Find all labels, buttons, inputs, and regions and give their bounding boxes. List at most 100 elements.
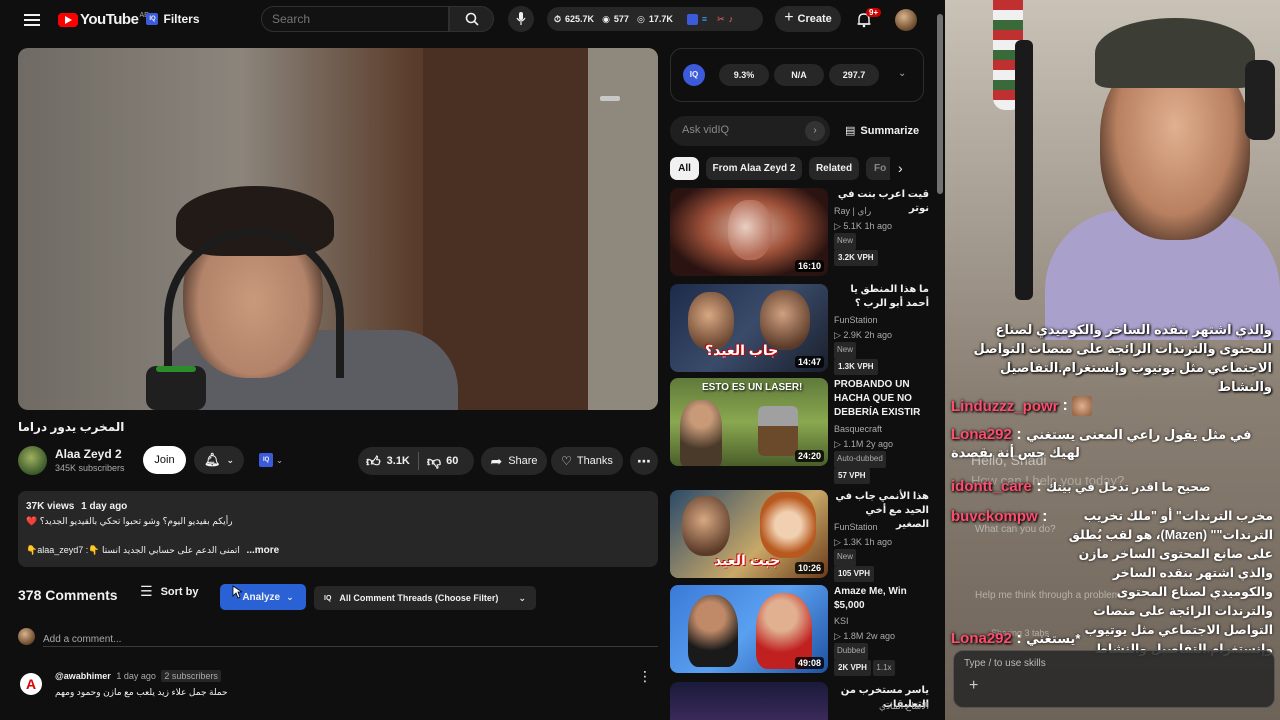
related-extra: 1.1x	[873, 659, 895, 676]
channel-name[interactable]: Alaa Zeyd 2	[55, 447, 122, 461]
cursor-icon	[232, 585, 244, 599]
comment-threads-filter[interactable]: IQ All Comment Threads (Choose Filter) ⌄	[314, 586, 536, 610]
comment-menu-icon[interactable]: ⋮	[638, 668, 652, 685]
scrollbar-thumb[interactable]	[937, 14, 943, 194]
dislike-button[interactable]: 👎︎ 60	[427, 453, 458, 470]
related-vph: 2K VPH	[834, 659, 871, 676]
chat-separator: :	[1036, 478, 1042, 495]
assistant-input-panel[interactable]: Type / to use skills +	[953, 650, 1275, 708]
avatar[interactable]	[895, 9, 917, 31]
send-arrow-icon[interactable]: ›	[805, 121, 825, 141]
channel-avatar[interactable]	[18, 446, 47, 475]
chat-username: Lona292	[951, 630, 1012, 647]
globe-icon: ◉	[602, 13, 610, 24]
sort-by-button[interactable]: ☰ Sort by	[140, 583, 198, 600]
chat-overlay: والذي اشتهر بنقده الساخر والكوميدي لصناع…	[945, 318, 1280, 656]
filters-button[interactable]: IQ Filters	[145, 8, 201, 30]
voice-search-button[interactable]	[508, 6, 534, 32]
sort-label: Sort by	[160, 585, 199, 598]
chat-separator: :	[1042, 508, 1048, 525]
views-stat: 625.7K	[565, 14, 595, 24]
notifications-button[interactable]: 9+	[852, 8, 882, 32]
video-player[interactable]	[18, 48, 658, 410]
chip-from-channel[interactable]: From Alaa Zeyd 2	[706, 157, 802, 180]
search-input[interactable]	[272, 12, 432, 26]
chevron-right-icon[interactable]: ›	[898, 160, 903, 176]
list-tool-icon[interactable]: ≡	[702, 14, 707, 24]
related-channel[interactable]: Basquecraft	[834, 422, 934, 437]
related-thumbnail-6[interactable]	[670, 682, 828, 720]
vidiq-logo-icon[interactable]: IQ	[683, 64, 705, 86]
related-age: 2y ago	[865, 438, 893, 449]
search-button[interactable]	[449, 6, 494, 32]
related-title-3[interactable]: PROBANDO UN HACHA QUE NO DEBERÍA EXISTIR	[834, 378, 929, 420]
description-more-link[interactable]: ...more	[246, 545, 279, 556]
chevron-down-icon[interactable]: ⌄	[898, 68, 906, 79]
chip-more[interactable]: Fo	[866, 157, 890, 180]
vidiq-channel-button[interactable]: IQ ⌄	[252, 449, 290, 471]
search-box[interactable]	[261, 6, 449, 32]
summarize-button[interactable]: ▤ Summarize	[845, 124, 919, 138]
join-button[interactable]: Join	[143, 446, 186, 474]
related-badge: Dubbed	[834, 643, 869, 660]
channel-stats-bar: ⏱ 625.7K ◉ 577 ◎ 17.7K ≡ ✂ ♪	[547, 7, 763, 31]
chip-more-label: Fo	[874, 163, 887, 174]
stat-value-1: 9.3%	[733, 70, 755, 80]
related-title-5[interactable]: Amaze Me, Win $5,000	[834, 585, 929, 613]
add-attachment-button[interactable]: +	[969, 677, 978, 695]
related-thumbnail-1[interactable]: 16:10	[670, 188, 828, 276]
menu-icon[interactable]	[20, 10, 44, 30]
related-views: ▷ 1.8M	[834, 630, 864, 641]
eye-icon: ◎	[636, 13, 645, 24]
related-channel[interactable]: Ray | راي	[834, 204, 934, 219]
chat-username: buvckompw	[951, 508, 1038, 525]
ask-vidiq-input[interactable]: Ask vidIQ ›	[670, 116, 830, 146]
related-age: 2h ago	[864, 329, 892, 340]
related-stats: ▷ 2.9K 2h ago	[834, 328, 934, 343]
chip-related[interactable]: Related	[809, 157, 859, 180]
description-line-1: رأيكم بفيديو اليوم؟ وشو تحبوا تحكي بالفي…	[26, 516, 233, 526]
share-button[interactable]: ➦ Share	[481, 447, 547, 475]
related-views: ▷ 2.9K	[834, 329, 862, 340]
add-comment-input[interactable]: Add a comment...	[43, 629, 658, 647]
related-channel-6[interactable]: الاشاع المادي	[834, 699, 929, 714]
commenter-avatar[interactable]: A	[20, 673, 42, 695]
related-vph: 3.2K VPH	[834, 249, 878, 266]
thanks-button[interactable]: ♡ Thanks	[551, 447, 623, 475]
youtube-page: YouTube AE IQ Filters ⏱625.7K ◉577 ◎17.7…	[0, 0, 945, 720]
chat-emote	[1071, 396, 1092, 416]
create-button[interactable]: + Create	[775, 6, 841, 32]
like-button[interactable]: 👍︎ 3.1K	[358, 453, 410, 470]
ghost-text-4: Help me think through a problem	[975, 590, 1121, 601]
related-thumbnail-4[interactable]: جبت العيد 10:26	[670, 490, 828, 578]
related-thumbnail-3[interactable]: ESTO ES UN LASER! 24:20	[670, 378, 828, 466]
add-comment-placeholder: Add a comment...	[43, 634, 122, 645]
vidiq-icon: IQ	[259, 453, 274, 467]
likes-stat: 577	[613, 14, 629, 24]
description-box[interactable]: 37K views 1 day ago رأيكم بفيديو اليوم؟ …	[18, 491, 658, 567]
view-count: 37K views	[26, 501, 75, 512]
related-title-2[interactable]: ما هذا المنطق يا أحمد أبو الرب ؟	[834, 283, 929, 311]
related-thumbnail-5[interactable]: 49:08	[670, 585, 828, 673]
more-actions-button[interactable]: ⋯	[630, 447, 658, 475]
related-channel[interactable]: FunStation	[834, 313, 934, 328]
related-thumbnail-2[interactable]: جاب العيد؟ 14:47	[670, 284, 828, 372]
subscribe-bell-button[interactable]: 🔔︎ ⌄	[194, 446, 244, 474]
vidiq-icon: IQ	[324, 594, 332, 602]
related-meta-4: FunStation ▷ 1.3K 1h ago New 105 VPH	[834, 520, 934, 582]
chip-all[interactable]: All	[670, 157, 699, 180]
related-channel[interactable]: KSI	[834, 614, 934, 629]
youtube-logo[interactable]: YouTube AE	[58, 11, 149, 28]
duration-label: 14:47	[794, 356, 824, 368]
comment-author[interactable]: @awabhimer	[55, 671, 111, 681]
related-vph: 57 VPH	[834, 467, 870, 484]
related-meta-3: Basquecraft ▷ 1.1M 2y ago Auto-dubbed 57…	[834, 422, 934, 484]
vidiq-tool-icon[interactable]	[686, 13, 698, 25]
chat-text: يستغني*	[1026, 631, 1081, 646]
stat-value-2: N/A	[791, 70, 807, 80]
tool-icon[interactable]: ✂	[717, 14, 725, 25]
thumb-face	[728, 200, 772, 260]
alert-icon[interactable]: ♪	[729, 14, 734, 24]
related-channel[interactable]: FunStation	[834, 520, 934, 535]
thumb-face-left	[688, 595, 738, 667]
